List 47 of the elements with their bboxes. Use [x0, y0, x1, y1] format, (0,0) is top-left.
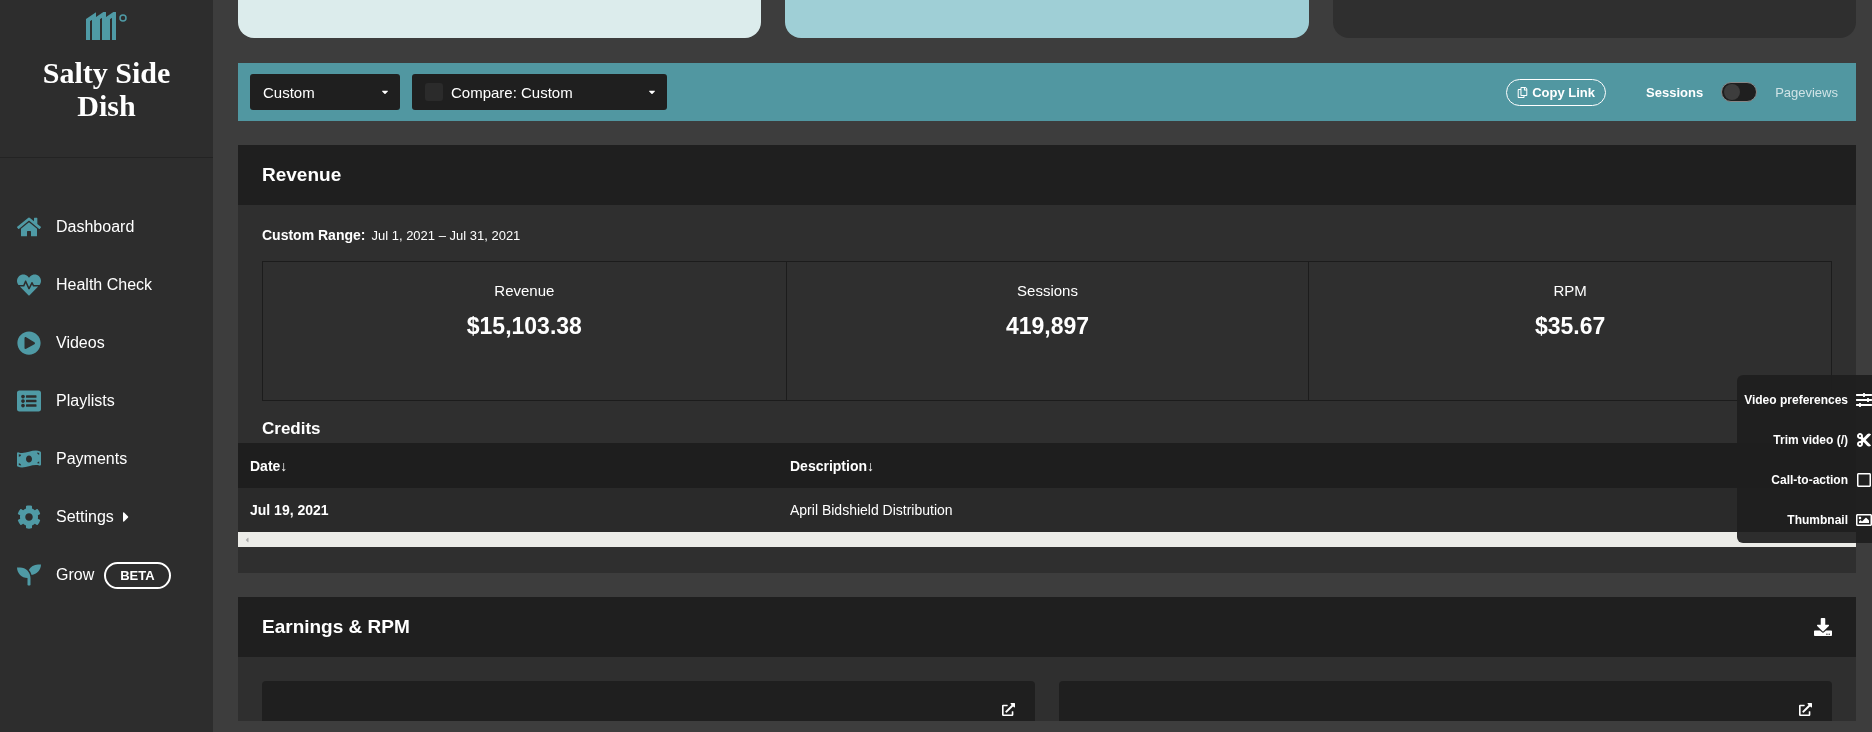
range-value: Jul 1, 2021 – Jul 31, 2021	[371, 228, 521, 243]
toggle-label: Pageviews	[1775, 84, 1838, 100]
column-header[interactable]: Date↓	[250, 457, 790, 474]
table-cell-text: April Bidshield Distribution	[790, 502, 954, 518]
metric-toggle[interactable]	[1721, 82, 1758, 102]
heartbeat-icon	[16, 273, 42, 297]
menu-item[interactable]: Thumbnail	[1787, 512, 1848, 527]
scrollbar[interactable]	[238, 532, 1856, 547]
nav-item[interactable]: Settings	[16, 488, 213, 546]
sliders-icon	[1856, 391, 1872, 408]
panel-title: Revenue	[262, 164, 342, 186]
panel-title: Earnings & RPM	[262, 616, 410, 638]
logo-icon	[85, 12, 128, 42]
nav-item[interactable]: Health Check	[16, 256, 213, 314]
list-icon	[16, 389, 42, 413]
stat-value: $35.67	[1535, 313, 1606, 340]
stat-value: 419,897	[1005, 313, 1090, 340]
home-icon	[16, 215, 42, 239]
sprout-icon	[16, 563, 42, 587]
gear-icon	[16, 505, 42, 529]
play-icon	[16, 331, 42, 355]
download-icon[interactable]	[1814, 618, 1832, 636]
menu-item[interactable]: Call-to-action	[1771, 472, 1848, 487]
image-icon	[1856, 511, 1872, 528]
nav-item[interactable]: Grow BETA	[16, 546, 213, 604]
nav-item[interactable]: Playlists	[16, 372, 213, 430]
nav-item[interactable]: Videos	[16, 314, 213, 372]
external-link-icon[interactable]	[1002, 703, 1015, 716]
menu-item[interactable]: Video preferences	[1744, 392, 1848, 407]
beta-badge: BETA	[104, 561, 171, 589]
brand-name: Salty Side Dish	[41, 56, 172, 122]
stat-label: RPM	[1553, 282, 1587, 299]
range-label: Custom Range:	[262, 227, 366, 243]
range-dropdown[interactable]: Custom	[250, 74, 400, 110]
table-cell-text: Jul 19, 2021	[250, 502, 330, 518]
stat-label: Sessions	[1017, 282, 1078, 299]
stat-value: $15,103.38	[466, 313, 582, 340]
section-title: Credits	[262, 419, 321, 439]
menu-item[interactable]: Trim video (/)	[1773, 432, 1848, 447]
external-link-icon[interactable]	[1799, 703, 1812, 716]
compare-dropdown[interactable]: Compare: Custom	[412, 74, 667, 110]
toggle-label: Sessions	[1646, 84, 1704, 100]
copy-icon	[1517, 86, 1529, 98]
nav-item[interactable]: Dashboard	[16, 198, 213, 256]
stat-label: Revenue	[494, 282, 555, 299]
scissors-icon	[1856, 431, 1872, 448]
nav-item[interactable]: Payments	[16, 430, 213, 488]
